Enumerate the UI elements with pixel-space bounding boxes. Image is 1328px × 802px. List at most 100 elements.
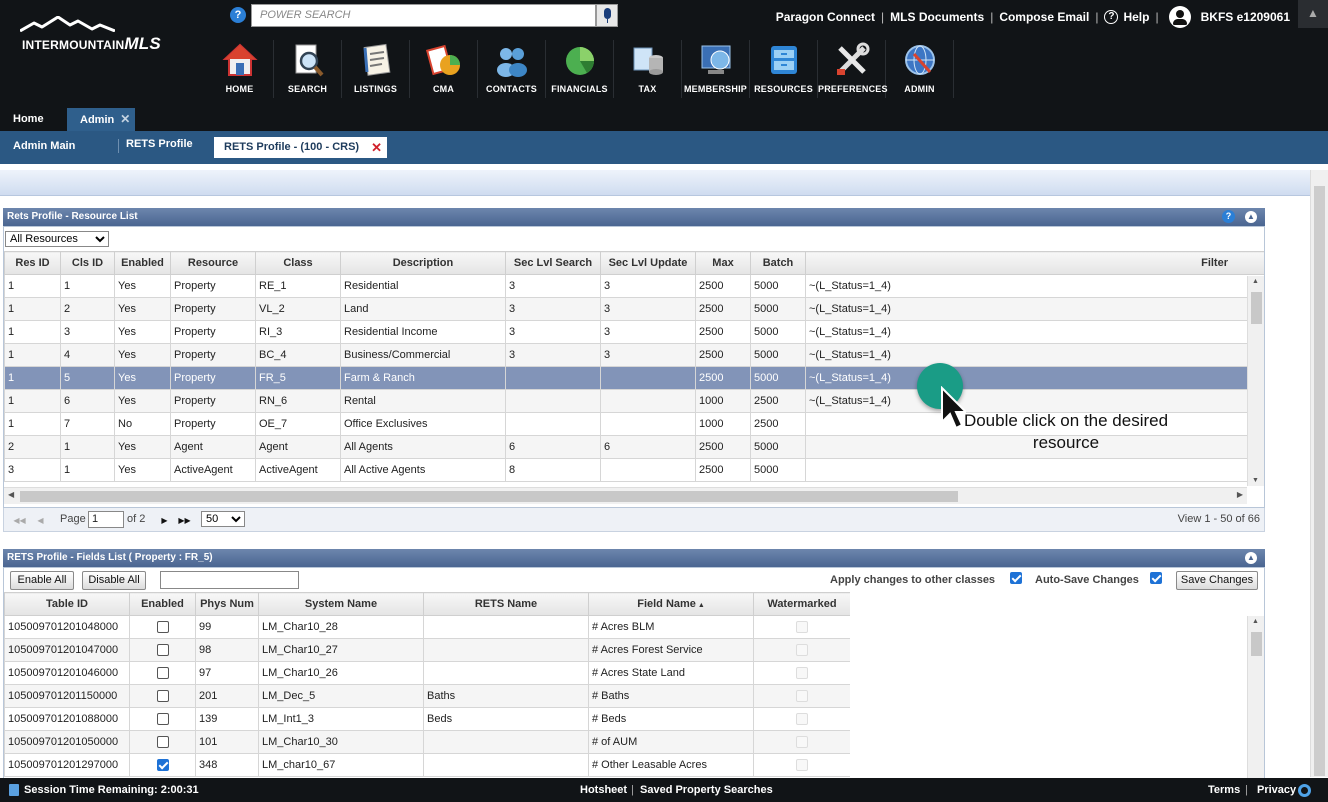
table-cell: Business/Commercial [340,343,506,367]
column-header[interactable]: Phys Num [195,592,259,616]
tab-rets-profile-crs[interactable]: RETS Profile - (100 - CRS) ✕ [214,137,388,158]
nav-preferences[interactable]: PREFERENCES [818,40,888,98]
page-size-select[interactable]: 50 [201,511,245,527]
terms-link[interactable]: Terms [1208,778,1240,802]
field-row[interactable]: 105009701201150000 201 LM_Dec_5 Baths # Bath… [4,684,850,708]
table-cell: 1 [4,274,61,298]
field-row[interactable]: 105009701201048000 99 LM_Char10_28 # Acres … [4,615,850,639]
next-page-icon[interactable]: ▶ [157,513,172,528]
column-header[interactable]: Class [255,251,341,275]
resource-hscroll[interactable]: ◀ ▶ [4,487,1247,504]
resource-row[interactable]: 1 1 Yes Property RE_1 Residential 3 3 2500 5000 ~(… [4,274,1264,298]
collapse-icon[interactable]: ▲ [1245,552,1257,564]
column-header[interactable]: Sec Lvl Update [600,251,696,275]
search-help-icon[interactable]: ? [230,7,246,23]
enabled-checkbox[interactable] [156,736,169,749]
power-search-input[interactable]: POWER SEARCH [251,4,596,27]
resource-filter-select[interactable]: All Resources [5,231,109,247]
enabled-checkbox[interactable] [156,713,169,726]
column-header[interactable]: Batch [750,251,806,275]
tab-home[interactable]: Home [0,108,57,131]
last-page-icon[interactable]: ▶▶ [177,513,192,528]
resource-row[interactable]: 1 5 Yes Property FR_5 Farm & Ranch 2500 5000 ~(L… [4,366,1264,390]
table-cell: 3 [505,297,601,321]
column-header[interactable]: Enabled [129,592,196,616]
nav-tax[interactable]: TAX [614,40,682,98]
paragon-connect-link[interactable]: Paragon Connect [776,10,875,24]
column-header[interactable]: Field Name ▲ [588,592,754,616]
nav-contacts[interactable]: CONTACTS [478,40,546,98]
resource-row[interactable]: 1 3 Yes Property RI_3 Residential Income 3 3 250… [4,320,1264,344]
column-header[interactable]: Filter [805,251,1264,275]
tab-rets-profile[interactable]: RETS Profile [126,129,193,162]
nav-membership[interactable]: MEMBERSHIP [682,40,750,98]
column-header[interactable]: Watermarked [753,592,850,616]
column-header[interactable]: Sec Lvl Search [505,251,601,275]
field-row[interactable]: 105009701201050000 101 LM_Char10_30 # of AU… [4,730,850,754]
nav-financials[interactable]: FINANCIALS [546,40,614,98]
save-changes-button[interactable]: Save Changes [1176,571,1258,590]
resource-vscroll[interactable]: ▲ ▼ [1247,276,1264,486]
nav-listings[interactable]: LISTINGS [342,40,410,98]
enabled-checkbox[interactable] [156,759,169,772]
collapse-header-icon[interactable]: ▲ [1298,0,1328,28]
enabled-checkbox[interactable] [156,621,169,634]
nav-resources[interactable]: RESOURCES [750,40,818,98]
resource-row[interactable]: 3 1 Yes ActiveAgent ActiveAgent All Active Ag… [4,458,1264,482]
tab-admin-main[interactable]: Admin Main [13,131,75,164]
field-row[interactable]: 105009701201046000 97 LM_Char10_26 # Acres … [4,661,850,685]
column-header[interactable]: Res ID [4,251,61,275]
close-icon[interactable]: ✕ [120,112,130,126]
hotsheet-link[interactable]: Hotsheet [580,778,627,802]
help-icon[interactable]: ? [1222,210,1235,223]
privacy-link[interactable]: Privacy [1257,778,1296,802]
tab-admin[interactable]: Admin ✕ [67,108,135,131]
enabled-checkbox[interactable] [156,690,169,703]
user-label[interactable]: BKFS e1209061 [1201,10,1290,24]
page-number-input[interactable]: 1 [88,511,124,528]
close-icon[interactable]: ✕ [371,137,382,158]
resource-row[interactable]: 1 2 Yes Property VL_2 Land 3 3 2500 5000 ~(L_Statu… [4,297,1264,321]
logo-text-a: INTERMOUNTAIN [22,38,125,52]
column-header[interactable]: System Name [258,592,424,616]
mls-documents-link[interactable]: MLS Documents [890,10,984,24]
gear-icon[interactable] [1298,784,1311,797]
resource-row[interactable]: 1 4 Yes Property BC_4 Business/Commercial 3 3 25… [4,343,1264,367]
column-header[interactable]: Enabled [114,251,171,275]
field-row[interactable]: 105009701201047000 98 LM_Char10_27 # Acres … [4,638,850,662]
compose-email-link[interactable]: Compose Email [999,10,1089,24]
page-scrollbar[interactable] [1310,170,1328,777]
column-header[interactable]: Description [340,251,506,275]
enabled-checkbox[interactable] [156,644,169,657]
field-filter-input[interactable] [160,571,299,589]
column-header[interactable]: Table ID [4,592,130,616]
nav-search[interactable]: SEARCH [274,40,342,98]
column-header[interactable]: Max [695,251,751,275]
nav-home[interactable]: HOME [206,40,274,98]
nav-cma[interactable]: CMA [410,40,478,98]
field-row[interactable]: 105009701201088000 139 LM_Int1_3 Beds # Beds [4,707,850,731]
apply-changes-checkbox[interactable] [1010,572,1022,584]
enable-all-button[interactable]: Enable All [10,571,74,590]
column-header[interactable]: Cls ID [60,251,115,275]
disable-all-button[interactable]: Disable All [82,571,146,590]
help-icon[interactable]: ? [1104,10,1119,24]
intermountain-mls-logo[interactable]: INTERMOUNTAINMLS [20,14,170,54]
saved-searches-link[interactable]: Saved Property Searches [640,778,773,802]
microphone-icon[interactable] [596,4,618,27]
field-row[interactable]: 105009701201297000 348 LM_char10_67 # Other… [4,753,850,777]
sort-ascending-icon[interactable]: ▲ [696,602,705,609]
prev-page-icon[interactable]: ◀ [33,513,48,528]
column-header[interactable]: Resource [170,251,256,275]
help-link[interactable]: Help [1123,10,1149,24]
collapse-icon[interactable]: ▲ [1245,211,1257,223]
fields-vscroll[interactable]: ▲ [1247,616,1264,779]
enabled-checkbox[interactable] [156,667,169,680]
nav-admin[interactable]: ADMIN [886,40,954,98]
first-page-icon[interactable]: ◀◀ [12,513,27,528]
table-cell: Yes [114,320,171,344]
auto-save-checkbox[interactable] [1150,572,1162,584]
column-header[interactable]: RETS Name [423,592,589,616]
user-avatar-icon[interactable] [1168,6,1191,28]
table-cell: Property [170,366,256,390]
